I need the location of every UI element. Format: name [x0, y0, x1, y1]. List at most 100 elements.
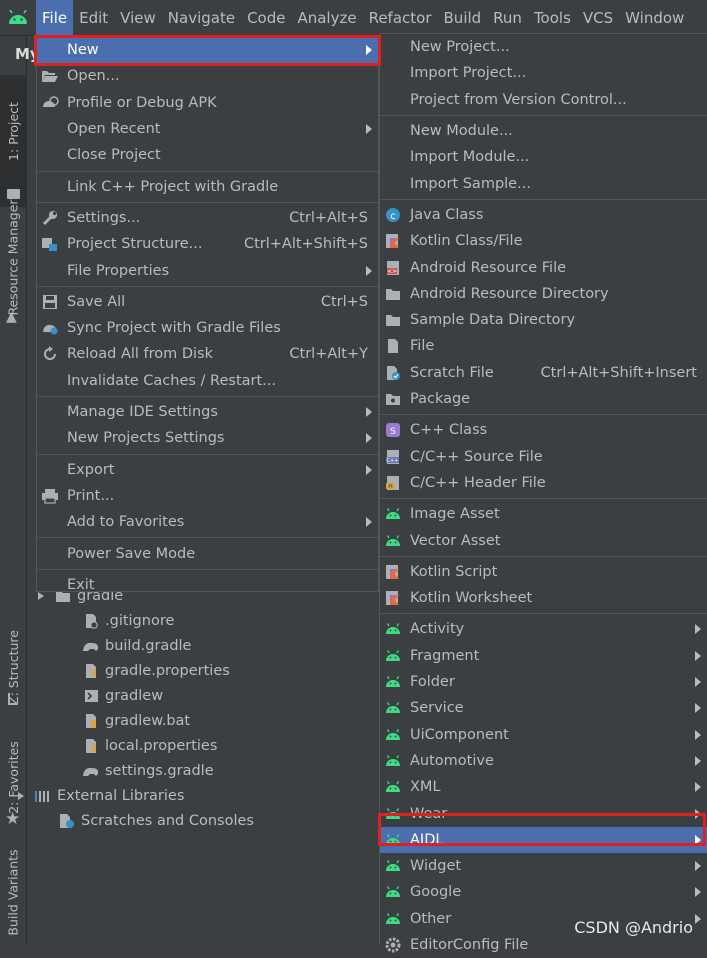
tab-build-variants[interactable]: Build Variants	[0, 842, 27, 942]
new-menu-item-kotlin-class-file[interactable]: Kotlin Class/File	[380, 228, 707, 254]
menu-separator	[37, 568, 378, 570]
new-menu-item-service[interactable]: Service	[380, 695, 707, 721]
tree-item[interactable]: gradle.properties	[82, 658, 230, 683]
java-class-icon: c	[384, 206, 402, 224]
menu-separator	[380, 613, 707, 615]
tree-item[interactable]: .gitignore	[82, 608, 174, 633]
file-menu-item-open-recent[interactable]: Open Recent	[37, 116, 378, 142]
new-menu-item-import-module[interactable]: Import Module...	[380, 144, 707, 170]
new-menu-item-new-project[interactable]: New Project...	[380, 34, 707, 60]
file-menu-item-add-to-favorites[interactable]: Add to Favorites	[37, 509, 378, 535]
svg-text:C++: C++	[387, 458, 399, 464]
cpp-header-icon: H	[384, 474, 402, 492]
new-menu-item-automotive[interactable]: Automotive	[380, 748, 707, 774]
menu-navigate[interactable]: Navigate	[162, 0, 241, 35]
new-menu-item-xml[interactable]: XML	[380, 774, 707, 800]
file-menu-item-save-all[interactable]: Save All Ctrl+S	[37, 289, 378, 315]
file-menu-item-close-project[interactable]: Close Project	[37, 142, 378, 168]
file-menu-item-manage-ide-settings[interactable]: Manage IDE Settings	[37, 399, 378, 425]
menu-window[interactable]: Window	[619, 0, 690, 35]
new-menu-item-project-from-version-control[interactable]: Project from Version Control...	[380, 87, 707, 113]
resource-manager-icon: ▲	[6, 309, 17, 325]
file-menu-item-open[interactable]: Open...	[37, 63, 378, 89]
file-menu-item-print[interactable]: Print...	[37, 483, 378, 509]
menu-view[interactable]: View	[114, 0, 162, 35]
gear-icon	[384, 936, 402, 954]
new-menu-item-aidl[interactable]: AIDL	[380, 826, 707, 853]
file-menu-item-power-save-mode[interactable]: Power Save Mode	[37, 540, 378, 566]
tree-item[interactable]: gradlew.bat	[82, 708, 190, 733]
chevron-right-icon[interactable]	[18, 791, 24, 800]
tree-item[interactable]: External Libraries	[18, 783, 184, 808]
new-menu-item-c-class[interactable]: S C++ Class	[380, 417, 707, 443]
properties-file-icon	[82, 663, 100, 679]
menu-file[interactable]: File	[36, 0, 74, 35]
new-menu-item-import-project[interactable]: Import Project...	[380, 60, 707, 86]
file-menu-item-sync-project-with-gradle-files[interactable]: Sync Project with Gradle Files	[37, 315, 378, 341]
menu-analyze[interactable]: Analyze	[291, 0, 362, 35]
submenu-arrow-icon	[695, 755, 701, 766]
new-menu-item-c-c-source-file[interactable]: C++ C/C++ Source File	[380, 444, 707, 470]
file-menu-item-project-structure[interactable]: Project Structure... Ctrl+Alt+Shift+S	[37, 231, 378, 257]
menu-separator	[380, 198, 707, 200]
new-menu-item-android-resource-file[interactable]: <> Android Resource File	[380, 254, 707, 280]
tree-item[interactable]: local.properties	[82, 733, 217, 758]
menu-item-label: Java Class	[410, 206, 484, 223]
file-menu-item-new[interactable]: New	[37, 37, 378, 64]
menu-separator	[37, 453, 378, 455]
menu-vcs[interactable]: VCS	[577, 0, 619, 35]
menu-edit[interactable]: Edit	[73, 0, 114, 35]
tree-item[interactable]: build.gradle	[82, 633, 191, 658]
file-menu-item-export[interactable]: Export	[37, 457, 378, 483]
menu-tools[interactable]: Tools	[528, 0, 577, 35]
menu-item-label: C/C++ Header File	[410, 474, 546, 491]
tree-item[interactable]: settings.gradle	[82, 758, 214, 783]
menu-item-label: Image Asset	[410, 506, 500, 523]
new-menu-item-android-resource-directory[interactable]: Android Resource Directory	[380, 281, 707, 307]
file-menu-item-exit[interactable]: Exit	[37, 572, 378, 598]
svg-text:c: c	[390, 211, 396, 222]
new-menu-item-fragment[interactable]: Fragment	[380, 643, 707, 669]
new-menu-item-sample-data-directory[interactable]: Sample Data Directory	[380, 307, 707, 333]
file-menu-item-profile-or-debug-apk[interactable]: Profile or Debug APK	[37, 90, 378, 116]
file-menu-item-invalidate-caches-restart[interactable]: Invalidate Caches / Restart...	[37, 368, 378, 394]
new-menu-item-vector-asset[interactable]: Vector Asset	[380, 527, 707, 553]
new-menu-item-wear[interactable]: Wear	[380, 800, 707, 826]
new-menu-item-c-c-header-file[interactable]: H C/C++ Header File	[380, 470, 707, 496]
new-menu-item-image-asset[interactable]: Image Asset	[380, 501, 707, 527]
tab-structure[interactable]: Z: Structure	[0, 612, 27, 722]
file-menu-item-link-c-project-with-gradle[interactable]: Link C++ Project with Gradle	[37, 174, 378, 200]
new-menu-item-activity[interactable]: Activity	[380, 616, 707, 642]
new-menu-item-import-sample[interactable]: Import Sample...	[380, 171, 707, 197]
new-menu-item-new-module[interactable]: New Module...	[380, 118, 707, 144]
menu-refactor[interactable]: Refactor	[363, 0, 438, 35]
file-menu-item-reload-all-from-disk[interactable]: Reload All from Disk Ctrl+Alt+Y	[37, 341, 378, 367]
menu-run[interactable]: Run	[487, 0, 528, 35]
file-menu-item-new-projects-settings[interactable]: New Projects Settings	[37, 425, 378, 451]
file-menu-item-file-properties[interactable]: File Properties	[37, 257, 378, 283]
new-menu-item-folder[interactable]: Folder	[380, 669, 707, 695]
menu-item-label: Close Project	[67, 147, 161, 164]
file-menu-item-settings[interactable]: Settings... Ctrl+Alt+S	[37, 205, 378, 231]
new-menu-item-scratch-file[interactable]: Scratch File Ctrl+Alt+Shift+Insert	[380, 360, 707, 386]
menu-build[interactable]: Build	[438, 0, 488, 35]
new-menu-item-widget[interactable]: Widget	[380, 853, 707, 879]
submenu-arrow-icon	[695, 782, 701, 793]
gradle-elephant-icon	[82, 638, 100, 654]
menu-item-label: New Project...	[410, 39, 510, 56]
new-menu-item-google[interactable]: Google	[380, 879, 707, 905]
tree-item-label: build.gradle	[105, 637, 192, 654]
tree-item[interactable]: gradlew	[82, 683, 163, 708]
tree-item[interactable]: Scratches and Consoles	[58, 808, 254, 833]
new-menu-item-kotlin-worksheet[interactable]: Kotlin Worksheet	[380, 585, 707, 611]
menu-item-label: Wear	[410, 805, 448, 822]
new-menu-item-package[interactable]: Package	[380, 386, 707, 412]
menu-item-label: Google	[410, 884, 462, 901]
new-menu-item-java-class[interactable]: c Java Class	[380, 202, 707, 228]
menu-item-label: Automotive	[410, 752, 494, 769]
menu-code[interactable]: Code	[241, 0, 291, 35]
new-menu-item-uicomponent[interactable]: UiComponent	[380, 722, 707, 748]
new-menu-item-kotlin-script[interactable]: Kotlin Script	[380, 559, 707, 585]
save-icon	[41, 293, 59, 311]
new-menu-item-file[interactable]: File	[380, 333, 707, 359]
